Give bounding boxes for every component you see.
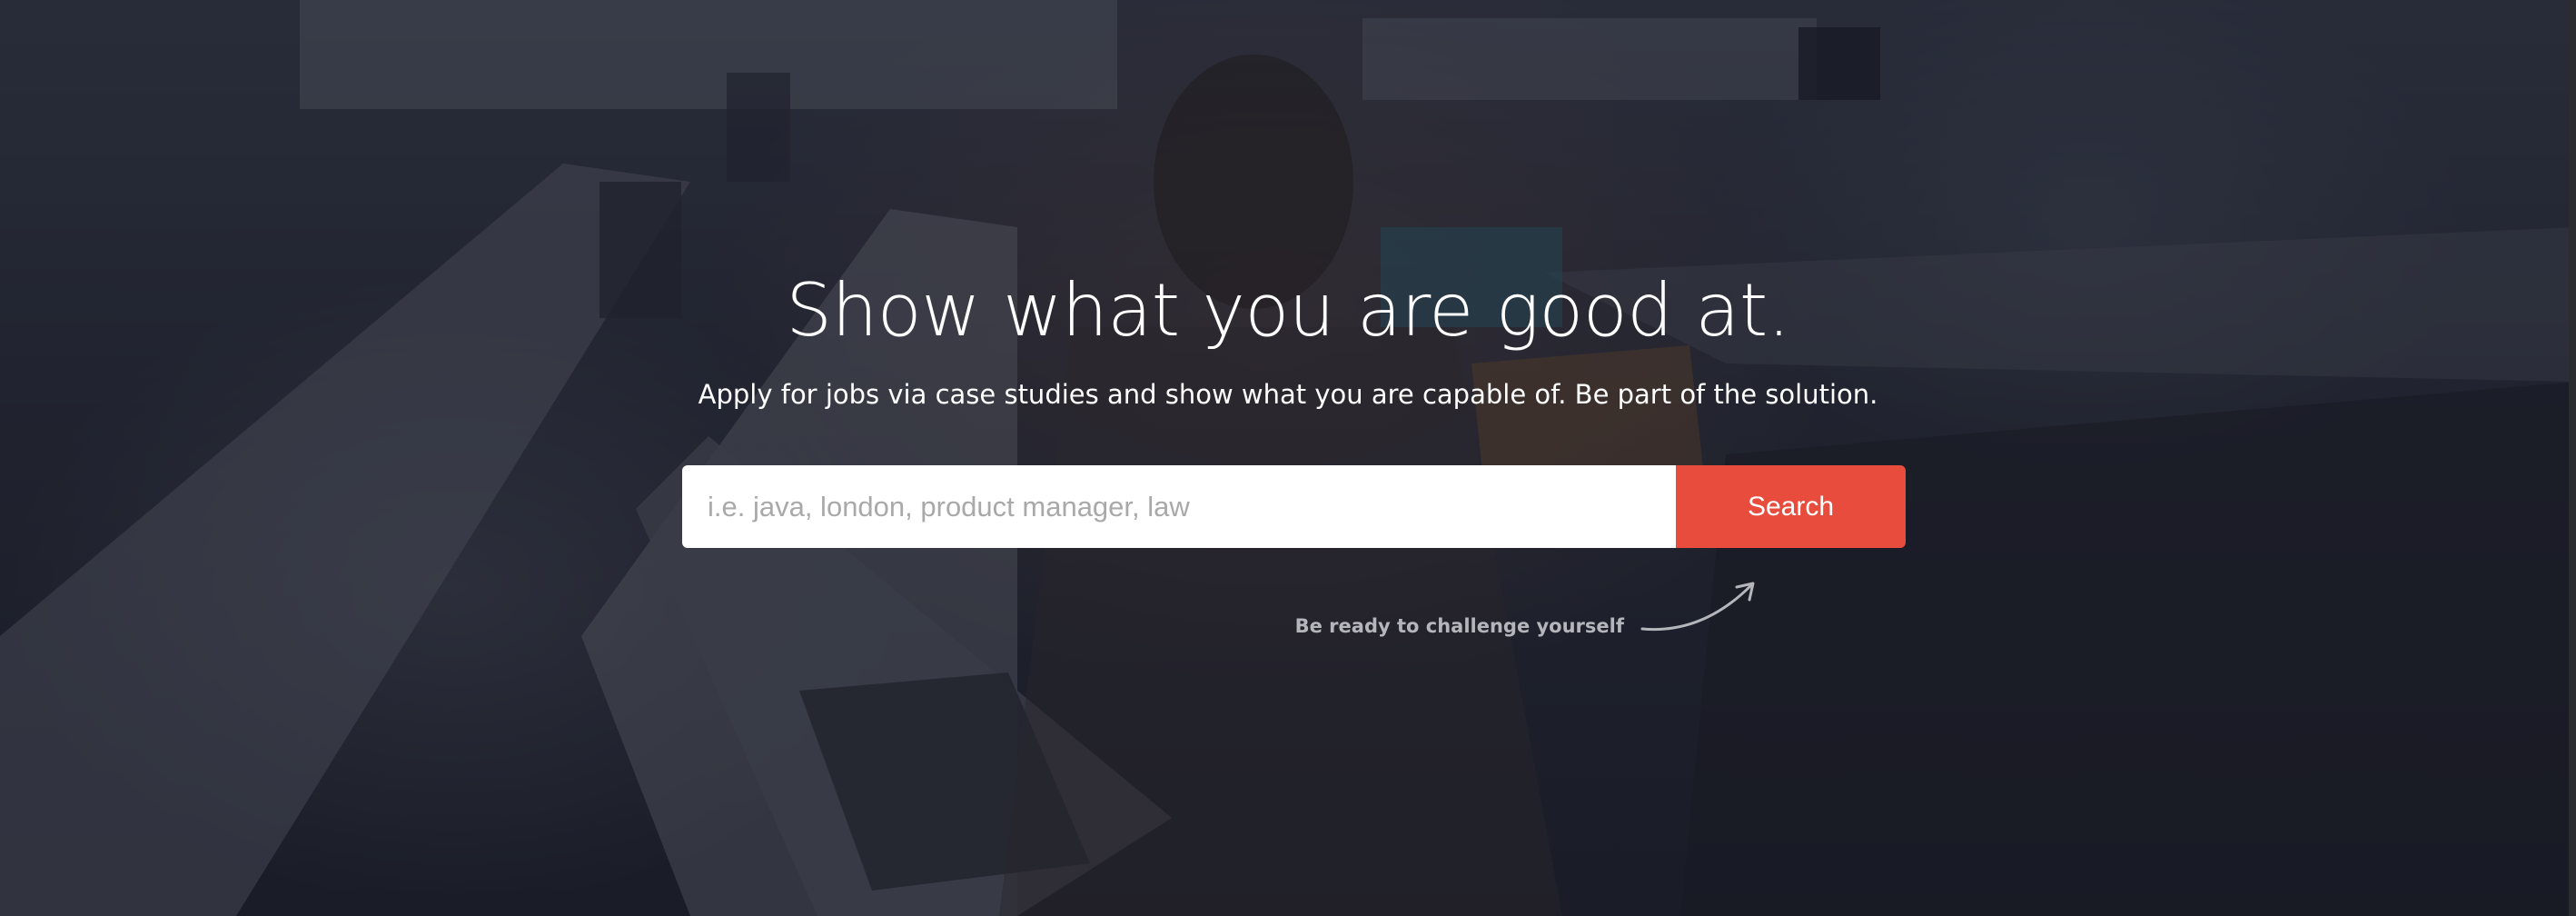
dark-overlay — [0, 0, 2576, 916]
page-edge-divider — [2569, 0, 2576, 916]
challenge-hint-text: Be ready to challenge yourself — [1294, 615, 1624, 637]
hero-section: Show what you are good at. Apply for job… — [0, 0, 2576, 916]
curved-arrow-icon — [1640, 582, 1755, 632]
hero-headline: Show what you are good at. — [786, 268, 1790, 353]
job-search-input[interactable] — [682, 465, 1676, 548]
search-button[interactable]: Search — [1676, 465, 1906, 548]
hero-subheadline: Apply for jobs via case studies and show… — [698, 379, 1878, 410]
